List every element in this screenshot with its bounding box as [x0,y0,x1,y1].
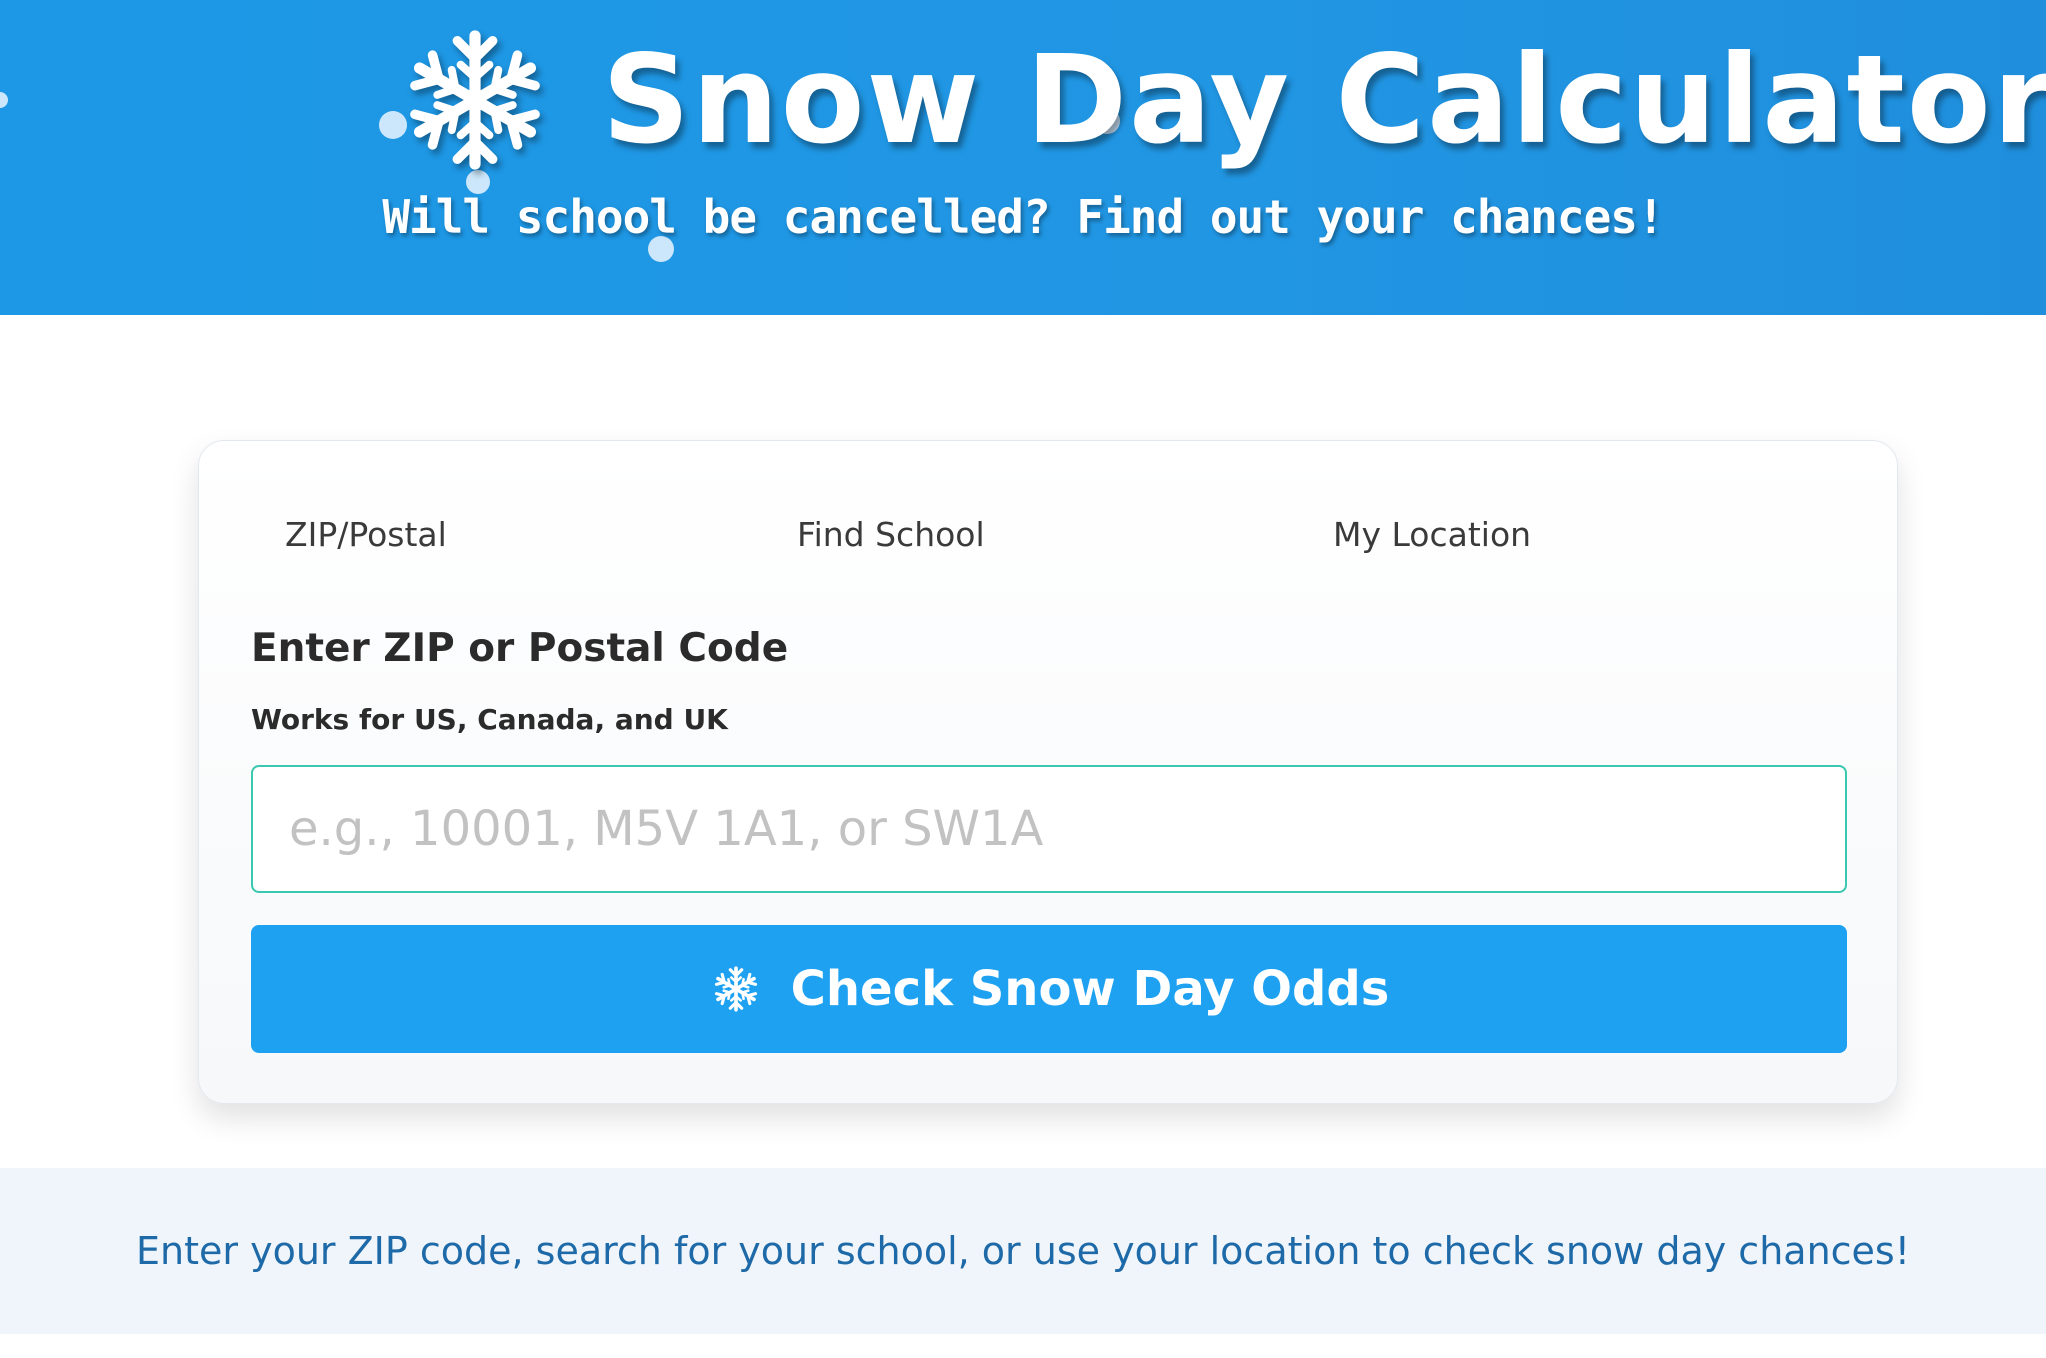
info-banner: Enter your ZIP code, search for your sch… [0,1168,2046,1334]
calculator-card: ZIP/Postal Find School My Location Enter… [198,440,1898,1104]
tab-zip-postal[interactable]: ZIP/Postal [285,515,447,554]
zip-section-subtitle: Works for US, Canada, and UK [251,703,728,736]
snowflake-icon [390,15,560,185]
site-header: Snow Day Calculator Will school be cance… [0,0,2046,315]
page-title: Snow Day Calculator [602,29,2046,171]
zip-input[interactable] [251,765,1847,893]
title-row: Snow Day Calculator [390,10,2046,190]
zip-section-title: Enter ZIP or Postal Code [251,626,789,671]
snow-particle [0,92,8,108]
snowflake-icon [709,962,763,1016]
check-snow-day-odds-button[interactable]: Check Snow Day Odds [251,925,1847,1053]
info-message: Enter your ZIP code, search for your sch… [136,1229,1910,1273]
check-button-label: Check Snow Day Odds [790,961,1390,1017]
tab-find-school[interactable]: Find School [797,515,985,554]
tab-my-location[interactable]: My Location [1333,515,1531,554]
page-subtitle: Will school be cancelled? Find out your … [382,190,1664,244]
